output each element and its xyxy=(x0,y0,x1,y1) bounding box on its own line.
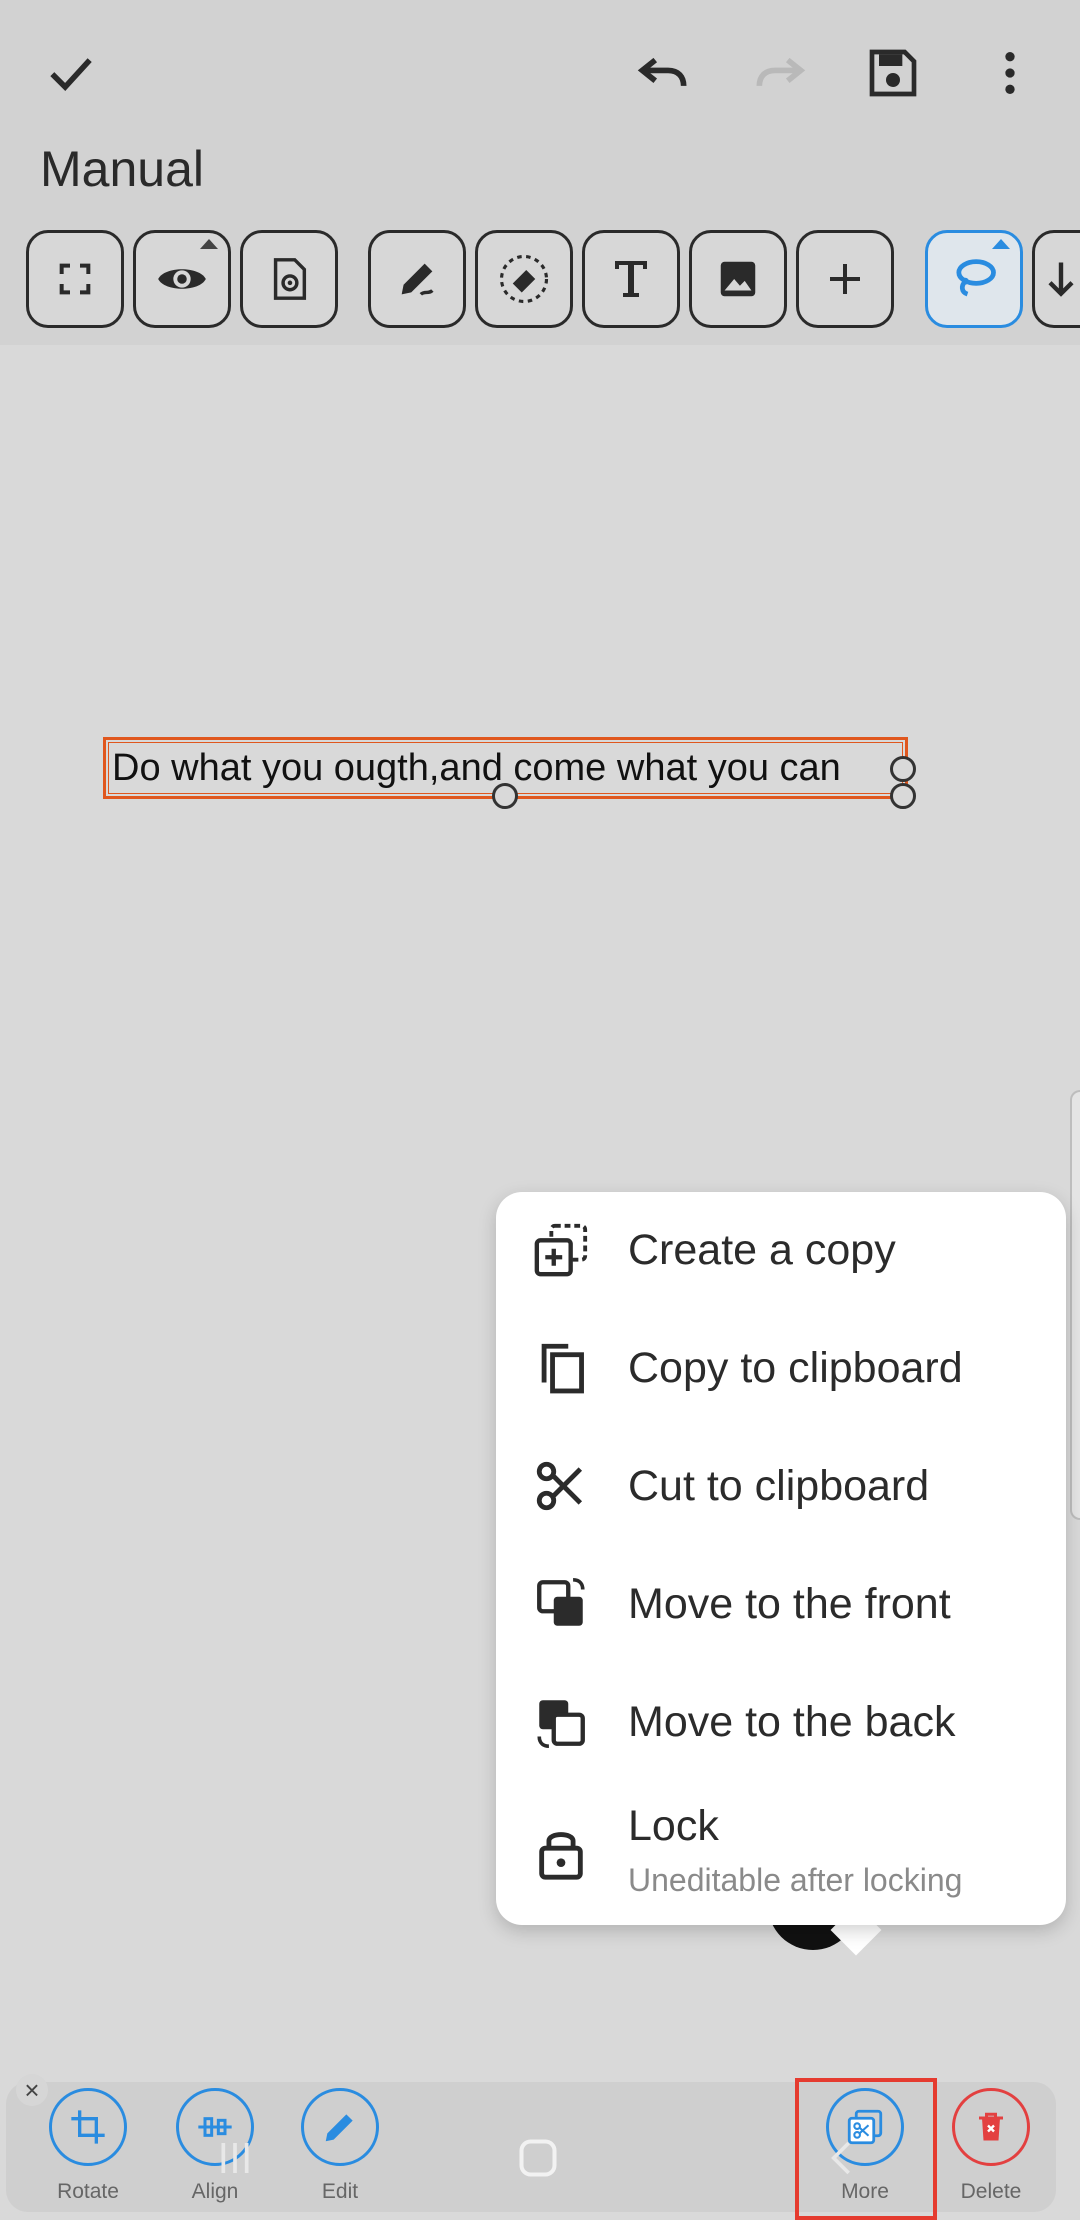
check-icon[interactable] xyxy=(26,28,116,118)
menu-item-label: Create a copy xyxy=(628,1226,896,1274)
lasso-icon xyxy=(956,259,996,297)
menu-item-label: Lock xyxy=(628,1802,719,1850)
back-icon[interactable] xyxy=(822,2136,862,2180)
bring-to-front-icon xyxy=(537,1578,585,1626)
create-copy-icon xyxy=(534,1223,588,1277)
text-button[interactable] xyxy=(582,230,680,328)
menu-item-lock[interactable]: Lock Uneditable after locking xyxy=(496,1782,1066,1925)
rotate-button-circle xyxy=(49,2088,127,2166)
page-settings-icon xyxy=(273,258,307,300)
save-icon[interactable] xyxy=(848,28,938,118)
tool-toolbar xyxy=(26,230,1080,328)
copy-icon xyxy=(541,1343,584,1394)
edit-button-circle xyxy=(301,2088,379,2166)
text-icon xyxy=(615,261,647,297)
more-button-highlight xyxy=(795,2078,937,2220)
rotate-button[interactable]: Rotate xyxy=(38,2088,138,2212)
menu-item-label: Move to the front xyxy=(628,1580,951,1628)
eraser-icon xyxy=(499,254,549,304)
delete-label: Delete xyxy=(960,2180,1022,2203)
resize-handle[interactable] xyxy=(890,783,916,809)
fullscreen-icon xyxy=(59,263,91,295)
delete-button-circle xyxy=(952,2088,1030,2166)
home-icon[interactable] xyxy=(516,2136,560,2180)
edge-panel-handle[interactable] xyxy=(1070,1090,1080,1520)
context-menu: Create a copy Copy to clipboard Cut to c… xyxy=(496,1192,1066,1925)
menu-item-copy-clipboard[interactable]: Copy to clipboard xyxy=(496,1310,1066,1428)
align-label: Align xyxy=(191,2180,239,2203)
menu-item-label: Copy to clipboard xyxy=(628,1344,963,1392)
view-button[interactable] xyxy=(133,230,231,328)
page-settings-button[interactable] xyxy=(240,230,338,328)
menu-item-sublabel: Uneditable after locking xyxy=(628,1862,963,1898)
recent-apps-icon[interactable] xyxy=(215,2138,255,2178)
menu-item-move-front[interactable]: Move to the front xyxy=(496,1546,1066,1664)
resize-handle[interactable] xyxy=(890,756,916,782)
plus-icon xyxy=(830,264,860,294)
menu-item-move-back[interactable]: Move to the back xyxy=(496,1664,1066,1782)
send-to-back-icon xyxy=(537,1700,585,1748)
more-vert-icon[interactable] xyxy=(965,28,1055,118)
pen-button[interactable] xyxy=(368,230,466,328)
pencil-icon xyxy=(325,2114,353,2142)
rotate-label: Rotate xyxy=(57,2180,119,2203)
menu-item-label: Cut to clipboard xyxy=(628,1462,930,1510)
scroll-down-button[interactable] xyxy=(1032,230,1080,328)
trash-icon xyxy=(979,2112,1003,2141)
resize-handle[interactable] xyxy=(492,783,518,809)
edit-label: Edit xyxy=(321,2180,359,2203)
delete-button[interactable]: Delete xyxy=(941,2088,1041,2212)
menu-item-create-copy[interactable]: Create a copy xyxy=(496,1192,1066,1310)
crop-rotate-icon xyxy=(71,2110,105,2144)
add-button[interactable] xyxy=(796,230,894,328)
image-button[interactable] xyxy=(689,230,787,328)
lock-icon xyxy=(539,1832,583,1880)
eye-icon xyxy=(158,269,206,289)
scissors-icon xyxy=(536,1461,583,1511)
image-icon xyxy=(720,261,756,297)
arrow-down-icon xyxy=(1048,262,1074,297)
edit-button[interactable]: Edit xyxy=(290,2088,390,2212)
eraser-button[interactable] xyxy=(475,230,573,328)
redo-icon[interactable] xyxy=(735,28,825,118)
top-app-bar: Manual xyxy=(0,0,1080,345)
dropdown-indicator xyxy=(200,239,218,249)
menu-item-label: Move to the back xyxy=(628,1698,956,1746)
undo-icon[interactable] xyxy=(618,28,708,118)
lasso-button[interactable] xyxy=(925,230,1023,328)
pen-icon xyxy=(401,263,434,296)
dropdown-indicator xyxy=(992,239,1010,249)
menu-item-cut-clipboard[interactable]: Cut to clipboard xyxy=(496,1428,1066,1546)
fullscreen-button[interactable] xyxy=(26,230,124,328)
document-title[interactable]: Manual xyxy=(40,140,204,198)
